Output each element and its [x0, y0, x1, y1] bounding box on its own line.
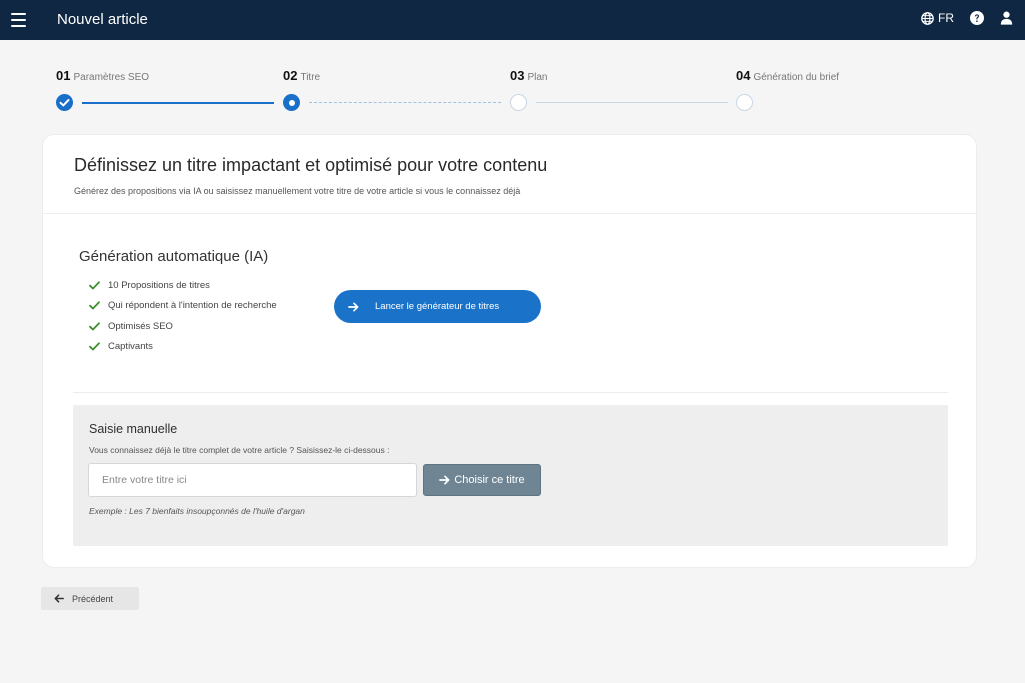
- manual-entry-panel: Saisie manuelle Vous connaissez déjà le …: [73, 405, 948, 546]
- step-1-check-icon: [56, 94, 73, 111]
- ai-features-list: 10 Propositions de titres Qui répondent …: [89, 275, 277, 357]
- example-hint: Exemple : Les 7 bienfaits insoupçonnés d…: [89, 506, 305, 516]
- progress-stepper: 01 Paramètres SEO 02 Titre 03 Plan 04 Généra…: [56, 68, 976, 118]
- feature-label: Optimisés SEO: [108, 320, 173, 332]
- divider: [43, 213, 976, 214]
- arrow-right-icon: [348, 302, 359, 311]
- card-title: Définissez un titre impactant et optimis…: [74, 155, 548, 175]
- previous-label: Précédent: [72, 593, 114, 604]
- feature-label: 10 Propositions de titres: [108, 279, 210, 291]
- step-4-label: 04 Génération du brief: [736, 68, 840, 83]
- list-item: Qui répondent à l'intention de recherche: [89, 296, 277, 317]
- previous-button[interactable]: Précédent: [41, 587, 139, 610]
- feature-label: Qui répondent à l'intention de recherche: [108, 300, 277, 312]
- divider: [73, 392, 948, 393]
- list-item: 10 Propositions de titres: [89, 275, 277, 296]
- language-code: FR: [938, 11, 954, 25]
- top-bar: Nouvel article FR: [0, 0, 1025, 40]
- list-item: Optimisés SEO: [89, 316, 277, 337]
- manual-section-title: Saisie manuelle: [89, 422, 178, 436]
- step-1-label: 01 Paramètres SEO: [56, 68, 150, 83]
- list-item: Captivants: [89, 337, 277, 358]
- card-subtitle: Générez des propositions via IA ou saisi…: [74, 186, 521, 196]
- globe-icon: [921, 11, 934, 25]
- generate-titles-label: Lancer le générateur de titres: [375, 301, 500, 312]
- arrow-right-icon: [439, 475, 450, 485]
- step-connector: [536, 102, 728, 103]
- ai-section-title: Génération automatique (IA): [79, 248, 269, 265]
- step-2-current-icon: [283, 94, 300, 111]
- step-2-label: 02 Titre: [283, 68, 321, 83]
- step-3-circle-icon: [510, 94, 527, 111]
- step-connector: [309, 102, 501, 103]
- page-title: Nouvel article: [57, 11, 148, 28]
- user-button[interactable]: [1000, 11, 1013, 25]
- step-3-label: 03 Plan: [510, 68, 548, 83]
- choose-title-button[interactable]: Choisir ce titre: [423, 464, 541, 496]
- check-icon: [89, 281, 100, 290]
- language-selector[interactable]: FR: [921, 11, 954, 25]
- title-card: Définissez un titre impactant et optimis…: [42, 134, 977, 568]
- check-icon: [89, 342, 100, 351]
- help-button[interactable]: [970, 11, 984, 25]
- choose-title-label: Choisir ce titre: [454, 474, 525, 486]
- generate-titles-button[interactable]: Lancer le générateur de titres: [334, 290, 541, 323]
- step-4-circle-icon: [736, 94, 753, 111]
- check-icon: [89, 322, 100, 331]
- help-icon: [970, 11, 984, 25]
- title-input[interactable]: [88, 463, 417, 497]
- manual-section-subtitle: Vous connaissez déjà le titre complet de…: [89, 445, 390, 455]
- user-icon: [1000, 11, 1013, 25]
- feature-label: Captivants: [108, 341, 153, 353]
- step-connector: [82, 102, 274, 104]
- menu-icon[interactable]: [11, 13, 26, 27]
- top-bar-actions: FR: [921, 11, 1013, 25]
- arrow-left-icon: [54, 594, 64, 603]
- check-icon: [89, 301, 100, 310]
